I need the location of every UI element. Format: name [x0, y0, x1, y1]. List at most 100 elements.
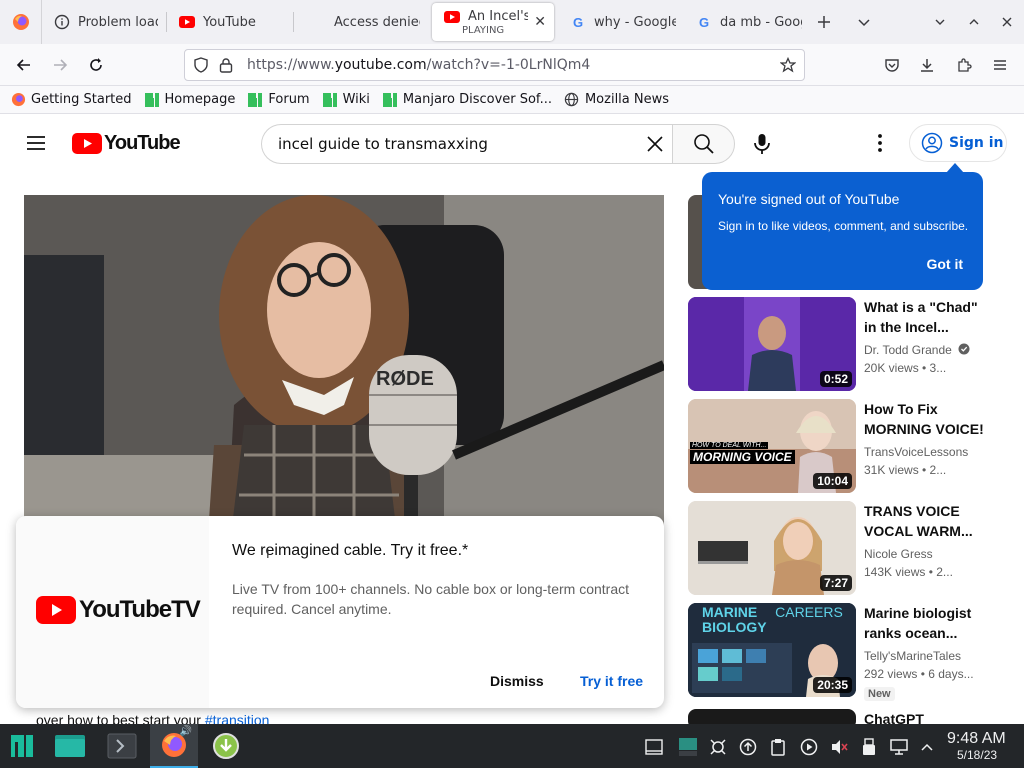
- kde-connect-icon[interactable]: [707, 736, 729, 758]
- got-it-button[interactable]: Got it: [926, 256, 963, 272]
- bookmark-manjaro-discover[interactable]: Manjaro Discover Sof...: [382, 92, 552, 108]
- youtube-masthead: YouTube incel guide to transmaxxing Sign…: [0, 115, 1024, 171]
- url-path: /watch?v=-1-0LrNlQm4: [426, 57, 591, 73]
- video-thumbnail[interactable]: [688, 709, 856, 724]
- recommendation-item[interactable]: ChatGPT: [688, 709, 1008, 724]
- video-title[interactable]: Marine biologist ranks ocean...: [864, 603, 989, 643]
- promo-logo-panel: YouTubeTV: [16, 516, 209, 708]
- clock-time[interactable]: 9:48 AM: [947, 730, 1006, 748]
- taskbar-app-firefox[interactable]: 🔊: [150, 724, 198, 768]
- firefox-icon: [12, 14, 29, 30]
- usb-device-icon[interactable]: [858, 736, 880, 758]
- taskbar-app-terminal[interactable]: [98, 724, 146, 768]
- application-launcher[interactable]: [0, 724, 44, 768]
- voice-search-mic-icon[interactable]: [752, 133, 772, 155]
- minimize-chevron-icon[interactable]: [924, 6, 956, 38]
- tab-active-video[interactable]: An Incel's g PLAYING ✕: [432, 3, 554, 41]
- channel-name[interactable]: Dr. Todd Grande: [864, 343, 970, 358]
- channel-name[interactable]: Nicole Gress: [864, 547, 933, 561]
- clipboard-icon[interactable]: [767, 736, 789, 758]
- video-title[interactable]: What is a "Chad" in the Incel...: [864, 297, 989, 337]
- pocket-icon[interactable]: [876, 49, 908, 81]
- close-tab-icon[interactable]: ✕: [534, 14, 546, 30]
- lock-icon[interactable]: [219, 57, 237, 73]
- channel-name[interactable]: Telly'sMarineTales: [864, 649, 961, 663]
- bookmark-mozilla-news[interactable]: Mozilla News: [564, 92, 669, 108]
- download-circle-icon: [213, 733, 239, 759]
- close-window-icon[interactable]: [991, 6, 1023, 38]
- recommendation-item[interactable]: 7:27 TRANS VOICE VOCAL WARM... Nicole Gr…: [688, 501, 1008, 597]
- bookmark-getting-started[interactable]: Getting Started: [10, 92, 132, 108]
- tracking-protection-shield-icon[interactable]: [193, 57, 211, 73]
- sign-in-button[interactable]: Sign in: [909, 124, 1007, 162]
- hamburger-menu-icon[interactable]: [984, 49, 1016, 81]
- new-tab-plus-icon[interactable]: [808, 6, 840, 38]
- thumbnail-caption-small: HOW TO DEAL WITH...: [690, 442, 769, 449]
- bookmark-star-icon[interactable]: [780, 57, 796, 73]
- recommendation-item[interactable]: 0:52 What is a "Chad" in the Incel... Dr…: [688, 297, 1008, 393]
- tab-google-damb[interactable]: G da mb - Goog: [684, 4, 810, 40]
- search-input[interactable]: incel guide to transmaxxing: [261, 124, 672, 164]
- promo-body: Live TV from 100+ channels. No cable box…: [232, 581, 629, 617]
- tab-access-denied[interactable]: Access denied: [294, 4, 428, 40]
- google-icon: G: [572, 14, 584, 30]
- microphone-brand-text: RØDE: [376, 368, 434, 390]
- youtube-logo[interactable]: YouTube: [72, 132, 181, 155]
- video-title[interactable]: ChatGPT: [864, 709, 989, 724]
- youtube-icon: [444, 9, 460, 25]
- video-duration: 10:04: [813, 473, 852, 489]
- settings-kebab-icon[interactable]: [872, 133, 888, 153]
- tray-expand-chevron-icon[interactable]: [916, 736, 938, 758]
- video-thumbnail[interactable]: HOW TO DEAL WITH... MORNING VOICE 10:04: [688, 399, 856, 493]
- media-player-icon[interactable]: [798, 736, 820, 758]
- maximize-chevron-icon[interactable]: [958, 6, 990, 38]
- bookmark-label: Wiki: [342, 92, 370, 107]
- guide-menu-icon[interactable]: [24, 131, 48, 155]
- network-wired-icon[interactable]: [888, 736, 910, 758]
- youtube-icon: [179, 14, 195, 30]
- bookmark-label: Mozilla News: [584, 92, 670, 107]
- video-thumbnail[interactable]: 0:52: [688, 297, 856, 391]
- taskbar-app-file-manager[interactable]: [46, 724, 94, 768]
- tab-label: An Incel's g: [468, 9, 529, 24]
- bookmark-forum[interactable]: Forum: [247, 92, 310, 108]
- volume-muted-icon[interactable]: [828, 736, 850, 758]
- channel-name-text: Dr. Todd Grande: [864, 343, 952, 357]
- firefox-view-button[interactable]: [0, 0, 42, 44]
- taskbar-app-downloader[interactable]: [202, 724, 250, 768]
- extensions-puzzle-icon[interactable]: [948, 49, 980, 81]
- video-title[interactable]: How To Fix MORNING VOICE!: [864, 399, 989, 439]
- recommendation-item[interactable]: HOW TO DEAL WITH... MORNING VOICE 10:04 …: [688, 399, 1008, 495]
- dismiss-button[interactable]: Dismiss: [490, 673, 544, 689]
- update-manager-icon[interactable]: [737, 736, 759, 758]
- show-desktop-icon[interactable]: [643, 736, 665, 758]
- video-thumbnail[interactable]: MARINE CAREERS BIOLOGY 20:35: [688, 603, 856, 697]
- youtube-play-logo-icon: [36, 596, 76, 624]
- video-thumbnail[interactable]: 7:27: [688, 501, 856, 595]
- recommendation-item[interactable]: MARINE CAREERS BIOLOGY 20:35 Marine biol…: [688, 603, 1008, 713]
- tab-youtube[interactable]: YouTube: [167, 4, 293, 40]
- search-icon: [693, 134, 714, 154]
- clear-search-icon[interactable]: [646, 135, 664, 153]
- forward-arrow-icon[interactable]: [44, 49, 76, 81]
- video-duration: 7:27: [819, 575, 852, 591]
- try-it-free-button[interactable]: Try it free: [580, 673, 643, 689]
- search-button[interactable]: [672, 124, 735, 164]
- virtual-desktop-pager-icon[interactable]: [677, 736, 699, 758]
- bookmark-homepage[interactable]: Homepage: [144, 92, 235, 108]
- back-arrow-icon[interactable]: [8, 49, 40, 81]
- tab-google-why[interactable]: G why - Google: [558, 4, 684, 40]
- bookmark-wiki[interactable]: Wiki: [322, 92, 370, 108]
- clock-date[interactable]: 5/18/23: [957, 748, 997, 762]
- tab-playing-label: PLAYING: [462, 25, 505, 36]
- verified-check-icon: [958, 343, 970, 358]
- url-bar[interactable]: https://www. youtube.com/watch?v=-1-0LrNl…: [184, 49, 805, 81]
- video-title[interactable]: TRANS VOICE VOCAL WARM...: [864, 501, 989, 541]
- hashtag-link[interactable]: #transition: [205, 712, 270, 724]
- list-all-tabs-chevron-icon[interactable]: [848, 6, 880, 38]
- reload-icon[interactable]: [80, 49, 112, 81]
- channel-name[interactable]: TransVoiceLessons: [864, 445, 968, 459]
- thumbnail-caption-line: BIOLOGY: [702, 619, 767, 635]
- downloads-icon[interactable]: [911, 49, 943, 81]
- tab-problem-loading[interactable]: Problem load: [42, 4, 166, 40]
